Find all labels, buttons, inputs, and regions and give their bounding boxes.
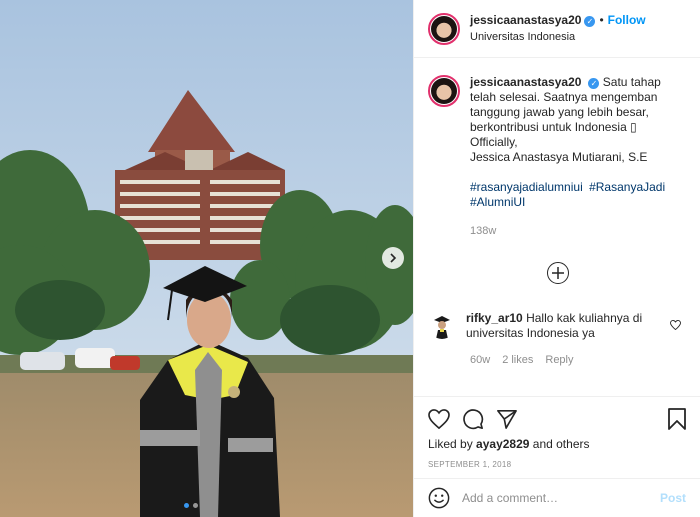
heart-icon bbox=[670, 319, 681, 331]
commenter-avatar[interactable] bbox=[428, 311, 456, 339]
commenter-username[interactable]: rifky_ar10 bbox=[466, 311, 523, 325]
share-button[interactable] bbox=[496, 409, 518, 429]
hashtag-list: #rasanyajadialumniui #RasanyaJadi #Alumn… bbox=[470, 180, 686, 210]
caption-avatar[interactable] bbox=[428, 75, 460, 107]
bookmark-icon bbox=[668, 408, 686, 430]
carousel-indicator bbox=[184, 503, 198, 508]
separator-bullet: • bbox=[599, 13, 604, 27]
liked-by-user[interactable]: ayay2829 bbox=[476, 437, 529, 451]
action-icons bbox=[428, 403, 686, 435]
follow-button[interactable]: Follow bbox=[608, 13, 646, 27]
save-button[interactable] bbox=[668, 408, 686, 430]
smiley-icon bbox=[428, 487, 450, 509]
post-date[interactable]: SEPTEMBER 1, 2018 bbox=[428, 460, 686, 469]
comment-bubble-icon bbox=[463, 409, 484, 430]
caption-line-3: Jessica Anastasya Mutiarani, S.E bbox=[470, 150, 648, 164]
caption: jessicaanastasya20 ✓ Satu tahap telah sel… bbox=[428, 75, 686, 239]
graduate-avatar-icon bbox=[428, 311, 456, 339]
paper-plane-icon bbox=[497, 410, 517, 429]
caption-text: jessicaanastasya20 ✓ Satu tahap telah sel… bbox=[470, 75, 686, 239]
comment-timestamp[interactable]: 60w bbox=[470, 354, 490, 366]
caption-timestamp[interactable]: 138w bbox=[470, 224, 686, 239]
load-more-comments-button[interactable] bbox=[547, 262, 569, 284]
location-link[interactable]: Universitas Indonesia bbox=[470, 29, 646, 46]
heart-icon bbox=[428, 409, 450, 429]
post-actions: Liked by ayay2829 and others SEPTEMBER 1… bbox=[414, 396, 700, 469]
comments-section: jessicaanastasya20 ✓ Satu tahap telah sel… bbox=[414, 59, 700, 395]
liked-by-others[interactable]: and others bbox=[533, 437, 590, 451]
comment-text: rifky_ar10 Hallo kak kuliahnya di univer… bbox=[466, 311, 662, 341]
comment-input[interactable] bbox=[462, 491, 660, 505]
verified-badge-icon: ✓ bbox=[584, 16, 596, 27]
post-side-panel: jessicaanastasya20 ✓ • Follow Universitas I… bbox=[413, 0, 700, 517]
comment-composer: Post bbox=[414, 478, 700, 517]
hashtag-link[interactable]: #RasanyaJadi bbox=[589, 180, 665, 194]
caption-username[interactable]: jessicaanastasya20 bbox=[470, 75, 581, 89]
verified-badge-icon: ✓ bbox=[588, 78, 600, 89]
hashtag-link[interactable]: #AlumniUI bbox=[470, 195, 525, 209]
emoji-button[interactable] bbox=[428, 487, 450, 509]
comment-meta: 60w 2 likes Reply bbox=[470, 354, 574, 366]
liked-by-prefix: Liked by bbox=[428, 437, 473, 451]
emoji-glyph: ▯ bbox=[630, 120, 637, 134]
avatar[interactable] bbox=[428, 12, 460, 45]
carousel-dot bbox=[193, 503, 198, 508]
comment-button[interactable] bbox=[462, 408, 484, 430]
like-button[interactable] bbox=[428, 409, 450, 429]
liked-by: Liked by ayay2829 and others bbox=[428, 437, 686, 451]
post-header: jessicaanastasya20 ✓ • Follow Universitas I… bbox=[414, 0, 700, 58]
plus-icon bbox=[552, 267, 564, 279]
post-comment-button[interactable]: Post bbox=[660, 491, 686, 505]
caption-line-2: Officially, bbox=[470, 135, 518, 149]
reply-button[interactable]: Reply bbox=[545, 354, 573, 366]
post-photo[interactable] bbox=[0, 0, 413, 517]
graduation-photo bbox=[0, 0, 413, 517]
chevron-right-icon bbox=[390, 253, 397, 263]
next-slide-button[interactable] bbox=[382, 247, 404, 269]
comment-item: rifky_ar10 Hallo kak kuliahnya di univer… bbox=[428, 311, 688, 341]
carousel-dot bbox=[184, 503, 189, 508]
hashtag-link[interactable]: #rasanyajadialumniui bbox=[470, 180, 583, 194]
like-comment-button[interactable] bbox=[670, 317, 681, 341]
author-username[interactable]: jessicaanastasya20 bbox=[470, 13, 581, 27]
comment-likes-count[interactable]: 2 likes bbox=[502, 354, 533, 366]
